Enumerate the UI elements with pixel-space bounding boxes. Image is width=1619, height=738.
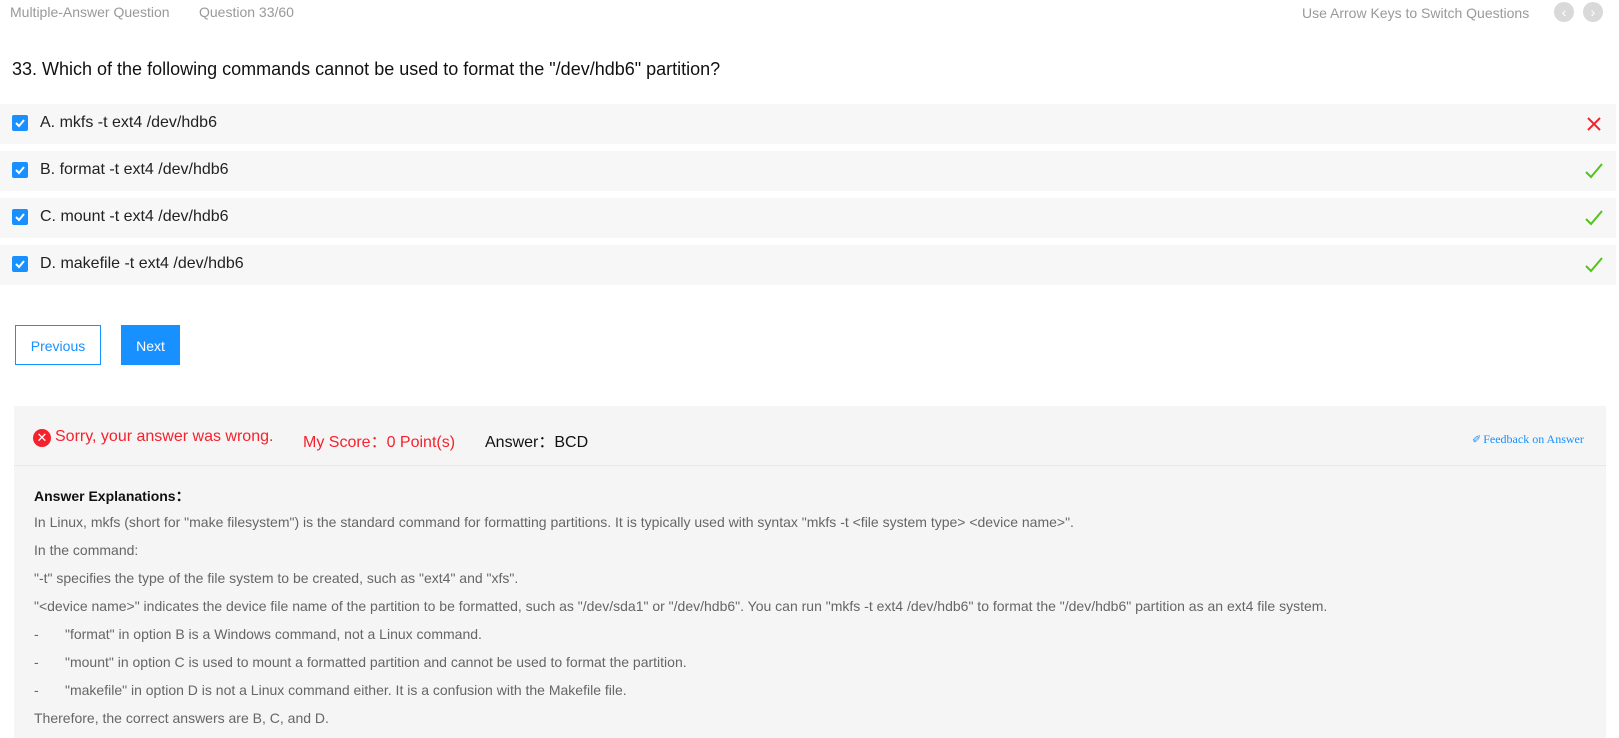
option-label: D. makefile -t ext4 /dev/hdb6 [40,255,244,272]
result-header: ✕ Sorry, your answer was wrong. My Score… [14,406,1606,466]
explanation-title: Answer Explanations： [34,488,190,504]
checkbox-checked-icon[interactable] [12,162,28,178]
previous-button[interactable]: Previous [15,325,101,365]
bullet-text: "format" in option B is a Windows comman… [65,626,482,642]
explanation-line: "-t" specifies the type of the file syst… [34,570,519,586]
explanation-conclusion: Therefore, the correct answers are B, C,… [34,710,329,726]
next-button[interactable]: Next [121,325,180,365]
explanation-line: "<device name>" indicates the device fil… [34,598,1328,614]
feedback-link[interactable]: ✐ Feedback on Answer [1472,432,1584,447]
check-icon [1585,163,1603,179]
cross-icon [1587,117,1601,131]
feedback-label: Feedback on Answer [1483,432,1584,446]
question-type-label: Multiple-Answer Question [10,4,170,20]
error-icon: ✕ [33,429,51,447]
option-label: A. mkfs -t ext4 /dev/hdb6 [40,114,217,131]
pencil-icon: ✐ [1472,434,1482,446]
question-text: 33. Which of the following commands cann… [12,59,721,79]
result-panel: ✕ Sorry, your answer was wrong. My Score… [14,406,1606,738]
checkbox-checked-icon[interactable] [12,115,28,131]
check-icon [1585,257,1603,273]
top-bar: Multiple-Answer Question Question 33/60 … [0,0,1619,26]
bullet-text: "makefile" in option D is not a Linux co… [65,682,627,698]
checkbox-checked-icon[interactable] [12,209,28,225]
correct-answer: Answer：BCD [485,434,589,451]
result-status: Sorry, your answer was wrong. [55,428,274,445]
quiz-page: Multiple-Answer Question Question 33/60 … [0,0,1619,738]
question-counter: Question 33/60 [199,4,294,20]
check-icon [1585,210,1603,226]
option-a[interactable]: A. mkfs -t ext4 /dev/hdb6 [0,104,1616,144]
option-c[interactable]: C. mount -t ext4 /dev/hdb6 [0,198,1616,238]
explanation-line: In Linux, mkfs (short for "make filesyst… [34,514,1074,530]
option-d[interactable]: D. makefile -t ext4 /dev/hdb6 [0,245,1616,285]
option-b[interactable]: B. format -t ext4 /dev/hdb6 [0,151,1616,191]
nav-hint: Use Arrow Keys to Switch Questions [1302,5,1530,21]
checkbox-checked-icon[interactable] [12,256,28,272]
bullet-dash: - [34,626,39,642]
bullet-dash: - [34,654,39,670]
explanation-line: In the command: [34,542,139,558]
bullet-dash: - [34,682,39,698]
option-label: C. mount -t ext4 /dev/hdb6 [40,208,229,225]
bullet-text: "mount" in option C is used to mount a f… [65,654,687,670]
option-label: B. format -t ext4 /dev/hdb6 [40,161,229,178]
next-question-icon[interactable]: › [1583,2,1603,22]
score-text: My Score：0 Point(s) [303,434,456,451]
previous-question-icon[interactable]: ‹ [1554,2,1574,22]
